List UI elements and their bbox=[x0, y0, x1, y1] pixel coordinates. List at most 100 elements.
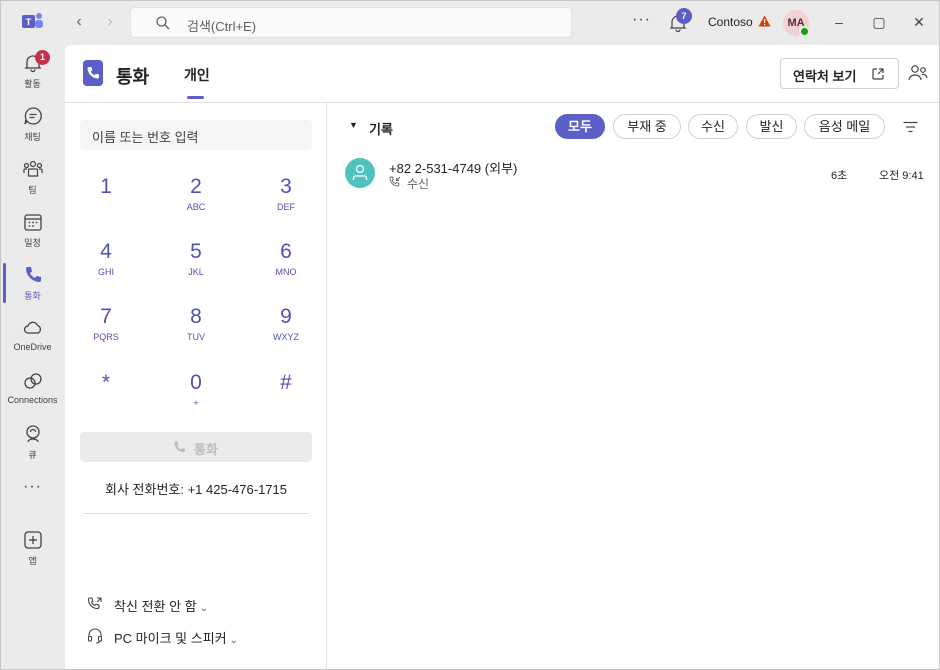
dialpad-key-6[interactable]: 6 MNO bbox=[256, 240, 316, 290]
org-name[interactable]: Contoso bbox=[708, 15, 753, 29]
number-input-placeholder: 이름 또는 번호 입력 bbox=[92, 130, 199, 145]
filter-all[interactable]: 모두 bbox=[555, 114, 605, 139]
rail-label: 일정 bbox=[24, 238, 41, 248]
contact-avatar bbox=[345, 158, 375, 188]
search-input[interactable]: 검색(Ctrl+E) bbox=[130, 7, 572, 38]
tab-personal[interactable]: 개인 bbox=[184, 65, 210, 85]
search-icon bbox=[156, 16, 170, 30]
filter-voicemail[interactable]: 음성 메일 bbox=[804, 114, 885, 139]
activity-badge: 1 bbox=[35, 50, 50, 65]
key-digit: # bbox=[280, 371, 292, 394]
dialpad-key-9[interactable]: 9 WXYZ bbox=[256, 305, 316, 355]
dialpad-key-4[interactable]: 4 GHI bbox=[76, 240, 136, 290]
active-tab-underline bbox=[187, 96, 204, 99]
key-digit: 4 bbox=[100, 240, 112, 263]
call-duration: 6초 bbox=[831, 170, 848, 182]
people-settings-icon[interactable] bbox=[908, 64, 928, 82]
rail-label: 큐 bbox=[28, 450, 37, 460]
rail-label: 앱 bbox=[28, 556, 37, 566]
chat-icon bbox=[24, 107, 42, 125]
call-history-panel: ▼ 기록 모두 부재 중 수신 발신 음성 메일 +82 2-531-4749 … bbox=[328, 103, 940, 670]
dialpad-key-5[interactable]: 5 JKL bbox=[166, 240, 226, 290]
dialpad-key-1[interactable]: 1 bbox=[76, 175, 136, 225]
filter-outgoing[interactable]: 발신 bbox=[746, 114, 797, 139]
close-icon[interactable]: ✕ bbox=[909, 12, 929, 32]
rail-item-calendar[interactable]: 일정 bbox=[0, 204, 65, 254]
filter-incoming[interactable]: 수신 bbox=[688, 114, 738, 139]
key-digit: 8 bbox=[190, 305, 202, 328]
dialpad-key-7[interactable]: 7 PQRS bbox=[76, 305, 136, 355]
calls-app-icon bbox=[83, 60, 103, 86]
key-digit: 3 bbox=[280, 175, 292, 198]
key-digit: 9 bbox=[280, 305, 292, 328]
key-letters: ABC bbox=[186, 202, 206, 212]
queue-icon bbox=[26, 425, 40, 443]
rail-item-teams[interactable]: 팀 bbox=[0, 151, 65, 201]
forward-arrow-icon[interactable]: › bbox=[101, 13, 119, 31]
calls-header: 통화 개인 연락처 보기 bbox=[65, 45, 940, 103]
key-letters: WXYZ bbox=[273, 332, 299, 342]
ellipsis-icon: ··· bbox=[23, 478, 42, 495]
call-history-row[interactable]: +82 2-531-4749 (외부) 수신 6초 오전 9:41 bbox=[328, 150, 940, 202]
history-title: 기록 bbox=[369, 122, 393, 137]
main-surface: 통화 개인 연락처 보기 이름 또는 번호 입력 1 2 ABC 3 DEF 4… bbox=[65, 45, 940, 670]
more-apps-button[interactable]: ··· bbox=[0, 473, 65, 503]
dialpad-key-0[interactable]: 0 + bbox=[166, 371, 226, 421]
key-digit: 5 bbox=[190, 240, 202, 263]
call-forwarding-label: 착신 전환 안 함 bbox=[114, 599, 197, 614]
rail-item-chat[interactable]: 채팅 bbox=[0, 98, 65, 148]
dialpad-key-3[interactable]: 3 DEF bbox=[256, 175, 316, 225]
work-phone-number: 회사 전화번호: +1 425-476-1715 bbox=[105, 482, 287, 497]
collapse-caret-icon[interactable]: ▼ bbox=[349, 120, 358, 130]
dialpad-key-hash[interactable]: # bbox=[256, 371, 316, 421]
number-input[interactable]: 이름 또는 번호 입력 bbox=[80, 120, 312, 150]
dialpad-key-2[interactable]: 2 ABC bbox=[166, 175, 226, 225]
dial-panel: 이름 또는 번호 입력 1 2 ABC 3 DEF 4 GHI 5 JKL 6 … bbox=[65, 103, 327, 670]
chevron-down-icon: ⌄ bbox=[199, 603, 208, 614]
incoming-call-icon bbox=[389, 176, 401, 187]
audio-device-option[interactable]: PC 마이크 및 스피커 ⌄ bbox=[87, 626, 307, 646]
rail-item-connections[interactable]: Connections bbox=[0, 363, 65, 413]
key-digit: 2 bbox=[190, 175, 202, 198]
maximize-icon[interactable]: ▢ bbox=[869, 12, 889, 32]
view-contacts-button[interactable]: 연락처 보기 bbox=[780, 58, 899, 89]
key-letters: PQRS bbox=[93, 332, 119, 342]
person-icon bbox=[352, 164, 368, 180]
call-direction: 수신 bbox=[407, 177, 430, 191]
warning-icon bbox=[758, 15, 771, 27]
dialpad-key-star[interactable]: * bbox=[76, 371, 136, 421]
presence-available-icon bbox=[799, 26, 810, 37]
divider bbox=[83, 513, 309, 514]
key-digit: * bbox=[101, 371, 111, 394]
call-button-label: 통화 bbox=[194, 442, 218, 457]
call-time: 오전 9:41 bbox=[879, 170, 924, 182]
rail-label: OneDrive bbox=[13, 342, 52, 352]
view-contacts-label: 연락처 보기 bbox=[793, 69, 857, 84]
teams-icon bbox=[23, 160, 43, 177]
dialpad-key-8[interactable]: 8 TUV bbox=[166, 305, 226, 355]
add-app-icon bbox=[24, 531, 42, 549]
call-forwarding-option[interactable]: 착신 전환 안 함 ⌄ bbox=[87, 594, 307, 614]
search-placeholder: 검색(Ctrl+E) bbox=[187, 19, 257, 34]
key-letters: DEF bbox=[277, 202, 295, 212]
key-letters: GHI bbox=[97, 267, 114, 277]
headset-icon bbox=[87, 628, 103, 644]
rail-label: Connections bbox=[7, 395, 58, 405]
chevron-down-icon: ⌄ bbox=[229, 635, 239, 646]
rail-item-queues[interactable]: 큐 bbox=[0, 416, 65, 466]
more-options-icon[interactable]: ··· bbox=[632, 11, 651, 29]
rail-item-activity[interactable]: 1 활동 bbox=[0, 45, 65, 95]
page-title: 통화 bbox=[116, 67, 150, 87]
filter-missed[interactable]: 부재 중 bbox=[613, 114, 681, 139]
call-button[interactable]: 통화 bbox=[80, 432, 312, 462]
back-arrow-icon[interactable]: ‹ bbox=[70, 13, 88, 31]
rail-item-onedrive[interactable]: OneDrive bbox=[0, 310, 65, 360]
phone-icon bbox=[26, 267, 41, 282]
filter-icon[interactable] bbox=[903, 121, 918, 133]
minimize-icon[interactable]: – bbox=[829, 12, 849, 32]
key-letters: + bbox=[193, 398, 199, 408]
rail-item-calls[interactable]: 통화 bbox=[0, 257, 65, 307]
rail-label: 채팅 bbox=[24, 132, 41, 142]
rail-item-apps[interactable]: 앱 bbox=[0, 522, 65, 572]
rail-label: 활동 bbox=[24, 79, 41, 89]
